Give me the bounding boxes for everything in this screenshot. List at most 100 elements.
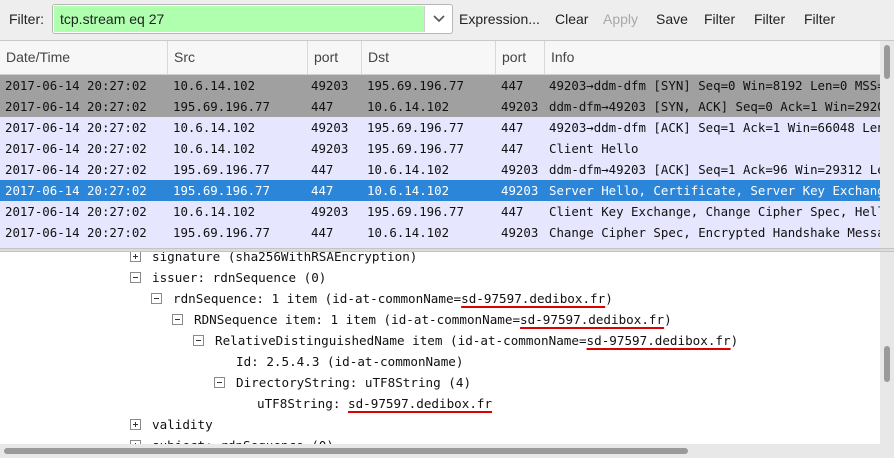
chevron-down-icon bbox=[433, 15, 445, 23]
info-cell: Server Hello, Certificate, Server Key Ex… bbox=[549, 183, 880, 198]
packet-list-header: Date/Time Src port Dst port Info bbox=[0, 41, 880, 75]
packet-row[interactable]: 2017-06-14 20:27:02 10.6.14.102 49203 195.6… bbox=[0, 138, 880, 159]
src-port-cell: 447 bbox=[311, 99, 334, 114]
tree-item[interactable]: validity bbox=[152, 414, 213, 435]
tree-item-text: RelativeDistinguishedName item (id-at-co… bbox=[215, 333, 587, 348]
packet-list: Date/Time Src port Dst port Info 2017-06… bbox=[0, 40, 894, 249]
dst-cell: 195.69.196.77 bbox=[367, 120, 464, 135]
packet-row-selected[interactable]: 2017-06-14 20:27:02 195.69.196.77 447 10.6.… bbox=[0, 180, 880, 201]
tree-item-text: RDNSequence item: 1 item (id-at-commonNa… bbox=[194, 312, 521, 327]
expression-button[interactable]: Expression... bbox=[459, 11, 540, 27]
info-cell: Client Hello bbox=[549, 141, 639, 156]
expand-plus-icon[interactable] bbox=[130, 419, 141, 430]
filter-button-3[interactable]: Filter bbox=[804, 11, 835, 27]
packet-row[interactable]: 2017-06-14 20:27:02 195.69.196.77 447 10.6.… bbox=[0, 159, 880, 180]
collapse-minus-icon[interactable] bbox=[151, 293, 162, 304]
column-header-info[interactable]: Info bbox=[545, 41, 880, 74]
save-button[interactable]: Save bbox=[656, 11, 688, 27]
filter-button-1[interactable]: Filter bbox=[704, 11, 735, 27]
column-header-src[interactable]: Src bbox=[168, 41, 308, 74]
collapse-minus-icon[interactable] bbox=[172, 314, 183, 325]
tree-item[interactable]: rdnSequence: 1 item (id-at-commonName=sd… bbox=[173, 288, 613, 309]
tree-item-text: rdnSequence: 1 item (id-at-commonName= bbox=[173, 291, 462, 306]
time-cell: 2017-06-14 20:27:02 bbox=[5, 183, 147, 198]
dst-port-cell: 49203 bbox=[501, 225, 539, 240]
column-header-dst-port[interactable]: port bbox=[496, 41, 545, 74]
column-header-src-port[interactable]: port bbox=[308, 41, 362, 74]
details-vertical-scroll-thumb[interactable] bbox=[884, 346, 890, 382]
dst-port-cell: 49203 bbox=[501, 162, 539, 177]
dst-cell: 10.6.14.102 bbox=[367, 162, 450, 177]
time-cell: 2017-06-14 20:27:02 bbox=[5, 204, 147, 219]
packet-list-scroll-thumb[interactable] bbox=[884, 45, 890, 79]
packet-row[interactable]: 2017-06-14 20:27:02 195.69.196.77 447 10.6.… bbox=[0, 222, 880, 243]
dst-port-cell: 447 bbox=[501, 78, 524, 93]
dst-cell: 10.6.14.102 bbox=[367, 225, 450, 240]
info-cell: ddm-dfm→49203 [ACK] Seq=1 Ack=96 Win=293… bbox=[549, 162, 880, 177]
clear-button[interactable]: Clear bbox=[555, 11, 588, 27]
tree-item[interactable]: RelativeDistinguishedName item (id-at-co… bbox=[215, 330, 738, 351]
tree-item-text: issuer: rdnSequence (0) bbox=[152, 270, 327, 285]
filter-dropdown-button[interactable] bbox=[424, 6, 452, 32]
collapse-minus-icon[interactable] bbox=[130, 272, 141, 283]
dst-cell: 195.69.196.77 bbox=[367, 141, 464, 156]
dst-cell: 195.69.196.77 bbox=[367, 204, 464, 219]
highlighted-common-name: sd-97597.dedibox.fr bbox=[461, 291, 606, 306]
column-header-dst[interactable]: Dst bbox=[362, 41, 496, 74]
packet-row[interactable]: 2017-06-14 20:27:02 10.6.14.102 49203 195.6… bbox=[0, 201, 880, 222]
tree-item[interactable]: issuer: rdnSequence (0) bbox=[152, 267, 326, 288]
dst-cell: 195.69.196.77 bbox=[367, 78, 464, 93]
packet-details-tree: signature (sha256WithRSAEncryption) issue… bbox=[0, 252, 894, 458]
src-cell: 195.69.196.77 bbox=[173, 183, 270, 198]
tree-item[interactable]: Id: 2.5.4.3 (id-at-commonName) bbox=[236, 351, 463, 372]
info-cell: Client Key Exchange, Change Cipher Spec,… bbox=[549, 204, 880, 219]
packet-row[interactable]: 2017-06-14 20:27:02 10.6.14.102 49203 195.6… bbox=[0, 75, 880, 96]
tree-item[interactable]: DirectoryString: uTF8String (4) bbox=[236, 372, 471, 393]
dst-port-cell: 49203 bbox=[501, 99, 539, 114]
tree-item-text: uTF8String: bbox=[257, 396, 348, 411]
dst-port-cell: 49203 bbox=[501, 183, 539, 198]
dst-port-cell: 447 bbox=[501, 204, 524, 219]
src-cell: 10.6.14.102 bbox=[173, 120, 256, 135]
collapse-minus-icon[interactable] bbox=[214, 377, 225, 388]
display-filter-combobox[interactable] bbox=[52, 4, 453, 34]
time-cell: 2017-06-14 20:27:02 bbox=[5, 141, 147, 156]
time-cell: 2017-06-14 20:27:02 bbox=[5, 225, 147, 240]
src-port-cell: 49203 bbox=[311, 120, 349, 135]
time-cell: 2017-06-14 20:27:02 bbox=[5, 99, 147, 114]
filter-button-2[interactable]: Filter bbox=[754, 11, 785, 27]
highlighted-common-name: sd-97597.dedibox.fr bbox=[520, 312, 665, 327]
tree-item-suffix: ) bbox=[664, 312, 672, 327]
details-horizontal-scrollbar[interactable] bbox=[0, 444, 894, 458]
column-header-datetime[interactable]: Date/Time bbox=[0, 41, 168, 74]
tree-item-suffix: ) bbox=[605, 291, 613, 306]
apply-button[interactable]: Apply bbox=[603, 11, 638, 27]
packet-row[interactable]: 2017-06-14 20:27:02 195.69.196.77 447 10.6.… bbox=[0, 96, 880, 117]
dst-port-cell: 447 bbox=[501, 120, 524, 135]
src-port-cell: 447 bbox=[311, 162, 334, 177]
tree-item[interactable]: RDNSequence item: 1 item (id-at-commonNa… bbox=[194, 309, 672, 330]
src-cell: 10.6.14.102 bbox=[173, 204, 256, 219]
src-port-cell: 49203 bbox=[311, 78, 349, 93]
collapse-minus-icon[interactable] bbox=[193, 335, 204, 346]
tree-item-suffix: ) bbox=[730, 333, 739, 348]
packet-row[interactable]: 2017-06-14 20:27:02 10.6.14.102 49203 195.6… bbox=[0, 117, 880, 138]
display-filter-input[interactable] bbox=[54, 6, 424, 32]
details-vertical-scrollbar[interactable] bbox=[880, 252, 894, 444]
info-cell: Change Cipher Spec, Encrypted Handshake … bbox=[549, 225, 880, 240]
expand-plus-icon[interactable] bbox=[130, 252, 141, 262]
info-cell: 49203→ddm-dfm [SYN] Seq=0 Win=8192 Len=0… bbox=[549, 78, 880, 93]
tree-item[interactable]: uTF8String: sd-97597.dedibox.fr bbox=[257, 393, 492, 414]
highlighted-common-name: sd-97597.dedibox.fr bbox=[348, 396, 493, 411]
src-cell: 195.69.196.77 bbox=[173, 162, 270, 177]
tree-item-text: DirectoryString: uTF8String (4) bbox=[236, 375, 472, 390]
tree-item-text: Id: 2.5.4.3 (id-at-commonName) bbox=[236, 354, 464, 369]
details-horizontal-scroll-thumb[interactable] bbox=[4, 448, 688, 454]
packet-list-scrollbar[interactable] bbox=[880, 41, 894, 249]
src-port-cell: 447 bbox=[311, 225, 334, 240]
filter-label: Filter: bbox=[9, 11, 44, 27]
dst-cell: 10.6.14.102 bbox=[367, 183, 450, 198]
filter-toolbar: Filter: Expression... Clear Apply Save F… bbox=[0, 0, 894, 40]
tree-item[interactable]: signature (sha256WithRSAEncryption) bbox=[152, 252, 417, 267]
tree-item-text: signature (sha256WithRSAEncryption) bbox=[152, 252, 418, 264]
